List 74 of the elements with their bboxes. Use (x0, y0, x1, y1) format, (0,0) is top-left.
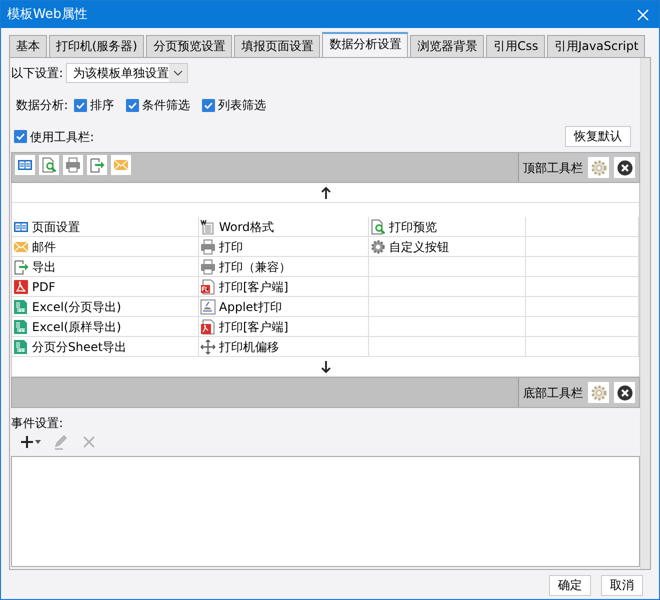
magnifier-document-icon (41, 157, 57, 173)
checkbox-label: 排序 (90, 97, 114, 114)
close-icon (81, 434, 97, 450)
toolbar-button-option[interactable]: 邮件 (12, 237, 199, 257)
toolbar-icon-slot[interactable] (87, 155, 107, 175)
checkbox-label: 使用工具栏: (30, 128, 94, 146)
tab[interactable]: 浏览器背景 (410, 35, 484, 57)
toolbar-button-option[interactable]: 页面设置 (12, 217, 199, 237)
dialog-button[interactable]: 取消 (601, 575, 643, 596)
scope-dropdown[interactable]: 为该模板单独设置 (66, 63, 188, 83)
document-badge-icon (200, 278, 216, 294)
toolbar-button-option[interactable]: 自定义按钮 (369, 237, 526, 257)
toolbar-button-option[interactable]: 打印（兼容） (199, 257, 369, 277)
tab[interactable]: 填报页面设置 (234, 35, 320, 57)
toolbar-button-option[interactable]: Excel(分页导出) (12, 297, 199, 317)
gear-icon (370, 238, 386, 254)
move-arrows-icon (200, 338, 216, 354)
pdf-document-icon (200, 318, 216, 334)
chevron-down-icon (173, 70, 184, 76)
printer-icon (200, 258, 216, 274)
toolbar-button-option[interactable]: 打印预览 (369, 217, 526, 237)
checkbox-label: 条件筛选 (142, 97, 190, 114)
window-title: 模板Web属性 (7, 6, 88, 24)
envelope-icon (113, 157, 129, 173)
pencil-icon (53, 434, 69, 450)
restore-default-button[interactable]: 恢复默认 (565, 126, 631, 147)
tab[interactable]: 分页预览设置 (146, 35, 232, 57)
toolbar-button-option[interactable]: 导出 (12, 257, 199, 277)
magnifier-document-icon (370, 218, 386, 234)
add-tool-button[interactable] (19, 434, 41, 450)
checkbox[interactable] (126, 98, 140, 112)
toolbar-icon-slot[interactable] (63, 155, 83, 175)
top-toolbar-label: 顶部工具栏 (523, 160, 583, 176)
checkbox[interactable] (14, 130, 27, 143)
toolbar-button-option[interactable]: PDF (12, 277, 199, 297)
toolbar-icon-slot[interactable] (39, 155, 59, 175)
checkbox[interactable] (74, 98, 88, 112)
toolbar-button-option[interactable]: 打印[客户端] (199, 277, 369, 297)
settings-button[interactable] (588, 382, 609, 403)
events-label: 事件设置: (11, 415, 64, 432)
printer-icon (65, 157, 81, 173)
export-document-icon (89, 157, 105, 173)
toolbar-button-option[interactable]: 打印机偏移 (199, 337, 369, 357)
tab[interactable]: 引用JavaScript (547, 35, 646, 57)
close-icon (637, 8, 649, 21)
plus-icon (19, 434, 35, 450)
tab[interactable]: 数据分析设置 (322, 32, 408, 57)
toolbar-button-option[interactable]: 打印[客户端] (199, 317, 369, 337)
caret-icon (35, 440, 41, 444)
checkbox[interactable] (202, 98, 216, 112)
bottom-toolbar-label: 底部工具栏 (523, 384, 583, 402)
tab[interactable]: 基本 (9, 35, 47, 57)
printer-icon (200, 238, 216, 254)
toolbar-button-option[interactable]: 分页分Sheet导出 (12, 337, 199, 357)
toolbar-button-option[interactable]: Word格式 (199, 217, 369, 237)
columns-icon (17, 157, 33, 173)
toolbar-button-option[interactable]: 打印 (199, 237, 369, 257)
word-document-icon (200, 218, 216, 234)
toolbar-icon-slot[interactable] (15, 155, 35, 175)
checkbox-label: 列表筛选 (218, 97, 266, 114)
toolbar-button-option[interactable]: Applet打印 (199, 297, 369, 317)
event-list[interactable] (11, 456, 640, 567)
data-analysis-label: 数据分析: (16, 97, 68, 114)
toolbar-button-option[interactable]: Excel(原样导出) (12, 317, 199, 337)
close-button[interactable] (614, 157, 635, 178)
settings-button[interactable] (588, 157, 609, 178)
down-arrow-icon[interactable] (320, 360, 330, 374)
scope-label: 以下设置: (11, 65, 64, 82)
close-button[interactable] (614, 382, 635, 403)
tab[interactable]: 引用Css (486, 35, 546, 57)
up-arrow-icon[interactable] (320, 186, 330, 200)
dialog-button[interactable]: 确定 (549, 575, 591, 596)
tab[interactable]: 打印机(服务器) (49, 35, 144, 57)
scrollbar[interactable] (640, 58, 650, 569)
